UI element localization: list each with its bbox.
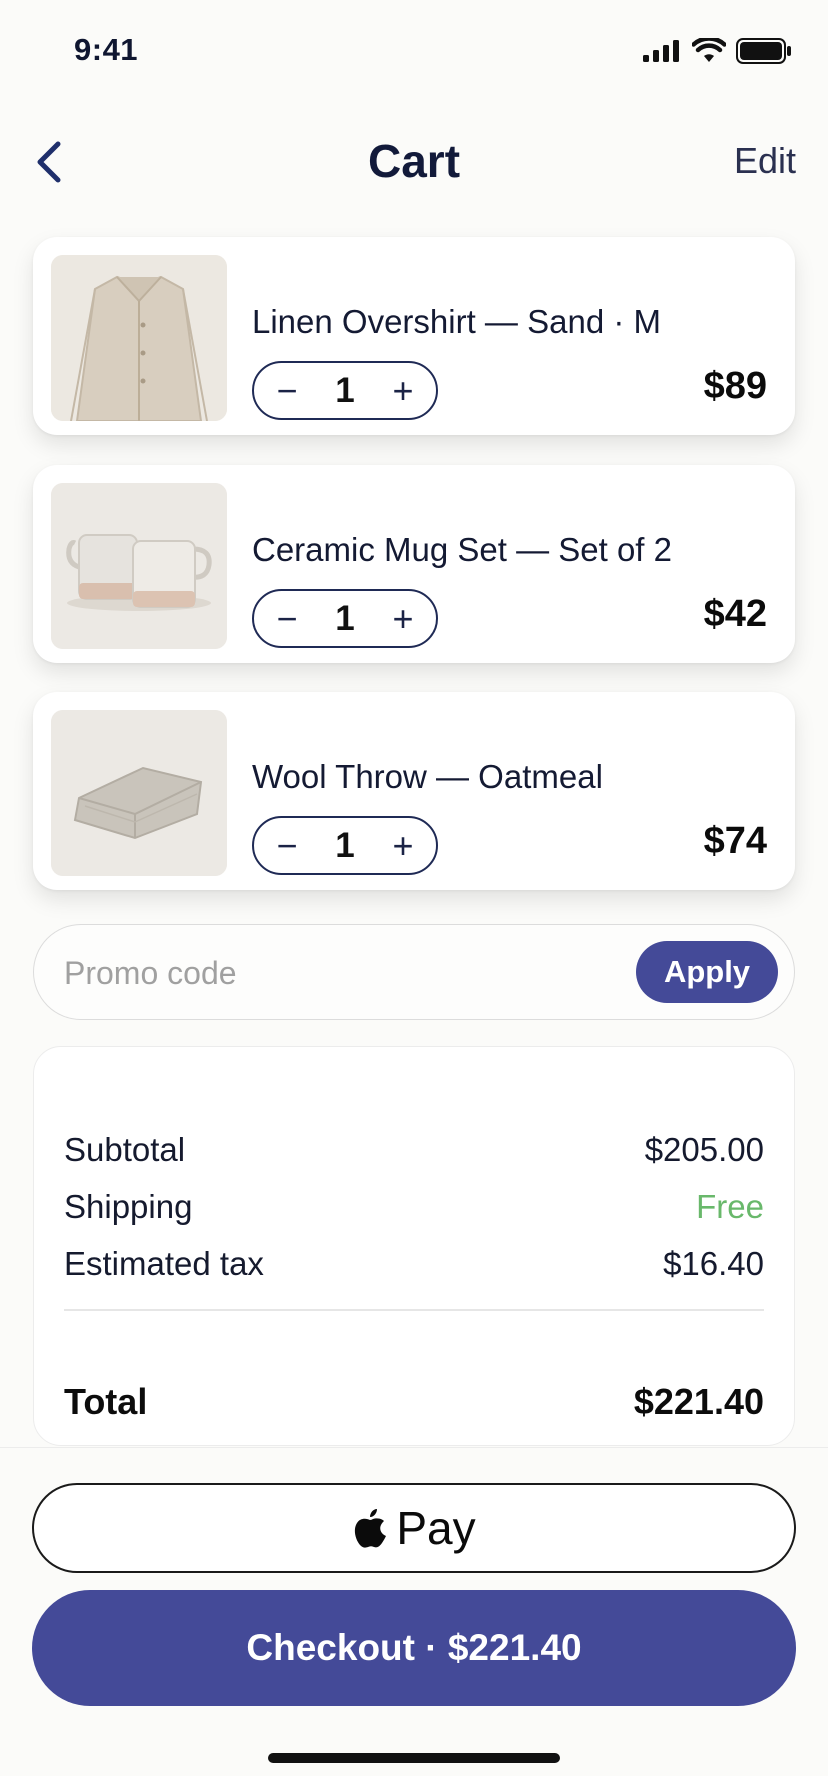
- apple-pay-button[interactable]: Pay: [32, 1483, 796, 1573]
- blanket-icon: [51, 710, 227, 876]
- tax-label: Estimated tax: [64, 1245, 264, 1282]
- tax-value: $16.40: [663, 1245, 764, 1282]
- order-summary: Subtotal $205.00 Shipping Free Estimated…: [33, 1046, 795, 1446]
- cart-item: Linen Overshirt — Sand · M − 1 + $89: [33, 237, 795, 435]
- apply-button[interactable]: Apply: [636, 941, 778, 1003]
- item-price: $74: [703, 820, 767, 862]
- mugs-icon: [51, 483, 227, 649]
- nav-bar: Cart Edit: [0, 120, 828, 200]
- apple-pay-label: Pay: [396, 1502, 476, 1554]
- status-icons: [642, 38, 792, 64]
- tax-row: Estimated tax $16.40: [64, 1245, 764, 1283]
- status-bar: 9:41: [0, 0, 828, 105]
- decrease-button[interactable]: −: [270, 600, 304, 636]
- decrease-button[interactable]: −: [270, 827, 304, 863]
- item-thumbnail: [51, 710, 227, 876]
- item-name: Ceramic Mug Set — Set of 2: [252, 531, 672, 568]
- battery-icon: [736, 38, 791, 64]
- item-price: $42: [703, 593, 767, 635]
- bottom-action-bar: Pay Checkout · $221.40: [0, 1447, 828, 1776]
- total-value: $221.40: [633, 1381, 764, 1422]
- promo-code-input[interactable]: [62, 947, 546, 999]
- item-price: $89: [703, 365, 767, 407]
- decrease-button[interactable]: −: [270, 372, 304, 408]
- quantity-value: 1: [335, 598, 355, 638]
- home-indicator: [268, 1753, 560, 1763]
- shipping-value: Free: [696, 1188, 764, 1225]
- cart-item: Ceramic Mug Set — Set of 2 − 1 + $42: [33, 465, 795, 663]
- signal-icon: [643, 40, 679, 62]
- quantity-stepper: − 1 +: [252, 589, 438, 648]
- quantity-stepper: − 1 +: [252, 361, 438, 420]
- subtotal-value: $205.00: [644, 1131, 764, 1168]
- subtotal-row: Subtotal $205.00: [64, 1131, 764, 1169]
- shipping-row: Shipping Free: [64, 1188, 764, 1226]
- quantity-value: 1: [335, 825, 355, 865]
- checkout-button[interactable]: Checkout · $221.40: [32, 1590, 796, 1706]
- quantity-value: 1: [335, 370, 355, 410]
- apple-logo-icon: [355, 1509, 387, 1548]
- increase-button[interactable]: +: [386, 372, 420, 408]
- cart-item: Wool Throw — Oatmeal − 1 + $74: [33, 692, 795, 890]
- item-thumbnail: [51, 255, 227, 421]
- total-row: Total $221.40: [64, 1381, 764, 1423]
- edit-button[interactable]: Edit: [734, 140, 796, 182]
- item-thumbnail: [51, 483, 227, 649]
- shirt-icon: [51, 255, 227, 421]
- shipping-label: Shipping: [64, 1188, 193, 1225]
- promo-code-field: Apply: [33, 924, 795, 1020]
- increase-button[interactable]: +: [386, 600, 420, 636]
- quantity-stepper: − 1 +: [252, 816, 438, 875]
- summary-divider: [64, 1309, 764, 1311]
- item-name: Linen Overshirt — Sand · M: [252, 303, 661, 340]
- item-name: Wool Throw — Oatmeal: [252, 758, 603, 795]
- increase-button[interactable]: +: [386, 827, 420, 863]
- page-title: Cart: [367, 135, 461, 187]
- total-label: Total: [64, 1381, 148, 1422]
- subtotal-label: Subtotal: [64, 1131, 186, 1168]
- wifi-icon: [692, 38, 726, 62]
- status-time: 9:41: [74, 32, 139, 67]
